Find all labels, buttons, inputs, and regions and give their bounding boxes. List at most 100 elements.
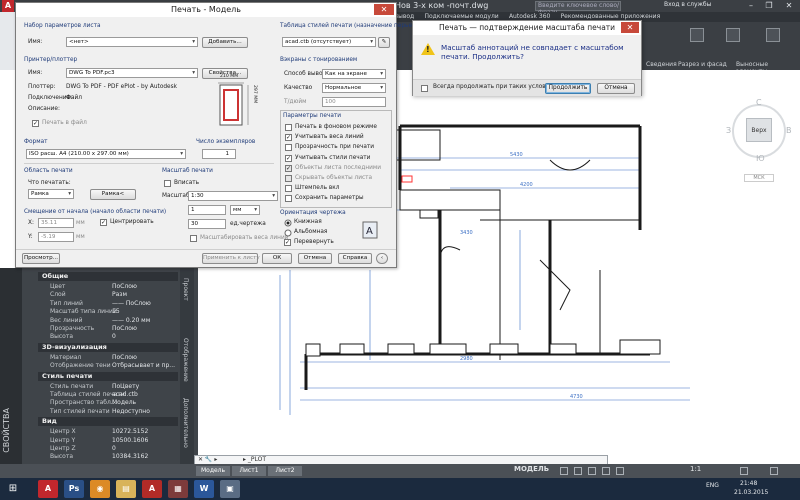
command-line-icons[interactable]: ✕ 🔧 ▸ [198,456,217,463]
properties-section-header[interactable]: 3D-визуализация [38,342,178,352]
info-tool-icon[interactable] [690,28,704,42]
side-tab-extra[interactable]: Дополнительно [182,398,189,448]
dpi-input[interactable]: 100 [322,97,386,107]
viewcube-top-face[interactable]: Верх [746,118,772,142]
taskbar-app-button[interactable]: W [194,480,214,498]
properties-row[interactable]: Высота 0 [38,332,178,341]
side-tab-display[interactable]: Отображение [182,338,189,382]
compass-south[interactable]: Ю [756,154,765,163]
plot-option-checkbox[interactable] [285,175,292,182]
add-page-setup-button[interactable]: Добавить... [202,37,248,48]
printer-select[interactable]: DWG To PDF.pc3 [66,68,198,78]
taskbar-app-button[interactable]: A [142,480,162,498]
workspace-gear-icon[interactable] [740,467,748,475]
landscape-radio[interactable] [284,229,292,237]
taskbar-app-button[interactable]: Ps [64,480,84,498]
plot-option-checkbox[interactable] [285,144,292,152]
plot-option-checkbox[interactable]: ✓ [285,164,292,172]
ucs-menu[interactable]: МСК [744,174,774,182]
scale-mm-input[interactable]: 1 [188,205,226,215]
plot-option-checkbox[interactable] [285,185,292,193]
fit-to-paper-checkbox[interactable] [164,180,171,187]
customize-menu-icon[interactable] [770,467,778,475]
section-tool-icon[interactable] [726,28,740,42]
property-value: Отбрасывает и пр... [112,362,176,370]
close-window-button[interactable]: ✕ [782,0,796,12]
polar-icon[interactable] [602,467,610,475]
offset-y-input[interactable]: -5.19 [38,232,74,242]
plot-option-checkbox[interactable]: ✓ [285,134,292,142]
properties-palette-strip[interactable]: СВОЙСТВА [0,268,22,464]
apply-to-layout-button[interactable]: Применить к листу [202,253,260,264]
minimize-button[interactable]: – [744,0,758,12]
language-indicator[interactable]: ENG [706,482,719,489]
preview-button[interactable]: Просмотр... [22,253,60,264]
login-link[interactable]: Вход в службы [664,1,711,8]
portrait-radio[interactable] [284,219,292,227]
offset-y-label: Y: [28,234,33,240]
plot-option-checkbox[interactable]: ✓ [285,154,292,162]
start-button[interactable]: ⊞ [4,481,22,497]
quality-select[interactable]: Нормальное [322,83,386,93]
center-plot-checkbox[interactable]: ✓ [100,219,107,226]
model-space-toggle[interactable]: МОДЕЛЬ [514,465,549,473]
maximize-button[interactable]: ❐ [762,0,776,12]
properties-row[interactable]: Отображение тени Отбрасывает и пр... [38,361,178,370]
page-setup-select[interactable]: <нет> [66,37,198,47]
autocad-logo-icon[interactable]: A [2,0,14,12]
upside-down-checkbox[interactable]: ✓ [284,239,291,246]
offset-x-input[interactable]: 35.11 [38,218,74,228]
grid-icon[interactable] [560,467,568,475]
compass-west[interactable]: З [726,126,731,135]
confirm-dialog-close-button[interactable]: ✕ [621,22,639,33]
plot-option-checkbox[interactable] [285,124,292,131]
taskbar-app-button[interactable]: ▤ [116,480,136,498]
tab-layout1[interactable]: Лист1 [232,466,266,476]
search-input[interactable]: Введите ключевое слово/фразу [535,1,621,16]
osnap-icon[interactable] [616,467,624,475]
side-tab-project[interactable]: Проект [182,278,189,301]
annotation-scale[interactable]: 1:1 [690,465,701,473]
plot-option-checkbox[interactable] [285,195,292,203]
tab-layout2[interactable]: Лист2 [268,466,302,476]
properties-section-header[interactable]: Вид [38,417,178,427]
properties-section-header[interactable]: Стиль печати [38,371,178,381]
edit-plot-style-icon[interactable]: ✎ [378,37,390,48]
compass-east[interactable]: В [786,126,792,135]
portrait-label: Книжная [294,219,322,225]
compass-north[interactable]: С [756,98,762,107]
ortho-icon[interactable] [588,467,596,475]
what-to-plot-select[interactable]: Рамка [28,189,74,199]
continue-button[interactable]: Продолжить [545,83,591,94]
scale-unit-select[interactable]: мм [230,205,260,215]
cancel-button[interactable]: Отмена [298,253,332,264]
taskbar-app-button[interactable]: ▦ [168,480,188,498]
clock-time[interactable]: 21:48 [740,480,757,487]
taskbar-app-button[interactable]: ◉ [90,480,110,498]
copies-input[interactable]: 1 [202,149,236,159]
shade-mode-select[interactable]: Как на экране [322,69,386,79]
help-button[interactable]: Справка [338,253,372,264]
paper-size-select[interactable]: ISO расш. A4 (210.00 x 297.00 мм) [26,149,186,159]
always-continue-checkbox[interactable] [421,85,428,92]
view-cube[interactable]: С Ю З В Верх МСК [726,92,794,192]
properties-row[interactable]: Высота 10384.3162 [38,452,178,461]
confirm-cancel-button[interactable]: Отмена [597,83,635,94]
collapse-options-icon[interactable]: ‹ [376,253,388,264]
plot-style-select[interactable]: acad.ctb (отсутствует) [282,37,376,47]
tab-model[interactable]: Модель [196,466,230,476]
detail-tool-icon[interactable] [766,28,780,42]
snap-icon[interactable] [574,467,582,475]
properties-row[interactable]: Тип стилей печати Недоступно [38,407,178,416]
ok-button[interactable]: ОК [262,253,292,264]
scale-select[interactable]: 1:30 [188,191,278,201]
plot-dialog-close-button[interactable]: ✕ [374,4,394,15]
scale-lineweights-checkbox[interactable] [190,235,197,242]
taskbar-app-button[interactable]: A [38,480,58,498]
taskbar-app-button[interactable]: ▣ [220,480,240,498]
scale-units-input[interactable]: 30 [188,219,226,229]
window-pick-button[interactable]: Рамка< [90,189,136,200]
plot-to-file-checkbox[interactable]: ✓ [32,120,39,127]
clock-date[interactable]: 21.03.2015 [734,489,768,496]
properties-section-header[interactable]: Общие [38,272,178,281]
